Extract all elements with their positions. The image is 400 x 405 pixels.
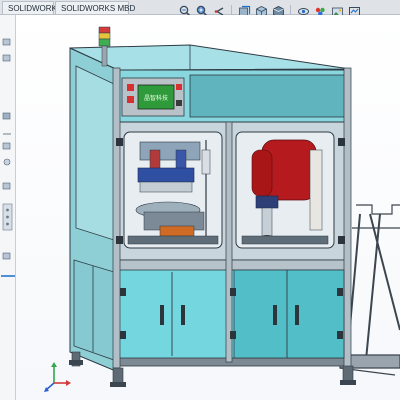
- right-work-window: [235, 131, 335, 249]
- feature-manager-strip: [0, 15, 16, 400]
- tree-node-icon[interactable]: [2, 137, 13, 150]
- left-work-window: [123, 131, 223, 249]
- machine-assembly-model[interactable]: 晶智科技: [16, 15, 400, 400]
- tab-solidworks-addins[interactable]: SOLIDWORKS 插件: [2, 1, 80, 14]
- reference-triad: [40, 361, 72, 393]
- tree-divider: [1, 265, 15, 277]
- tree-node-group[interactable]: [2, 203, 13, 231]
- hmi-screen-text: 晶智科技: [144, 94, 168, 102]
- graphics-viewport[interactable]: 晶智科技: [16, 15, 400, 400]
- tree-node-icon[interactable]: [2, 177, 13, 190]
- tree-node-icon[interactable]: [2, 107, 13, 120]
- tree-node-icon[interactable]: [2, 125, 13, 135]
- tree-node-icon[interactable]: [2, 49, 13, 62]
- tree-node-icon[interactable]: [2, 247, 13, 260]
- hmi-touch-panel: 晶智科技: [121, 77, 185, 117]
- tree-node-icon[interactable]: [2, 153, 13, 166]
- tab-solidworks-mbd[interactable]: SOLIDWORKS MBD: [55, 1, 135, 14]
- tree-node-icon[interactable]: [2, 33, 13, 46]
